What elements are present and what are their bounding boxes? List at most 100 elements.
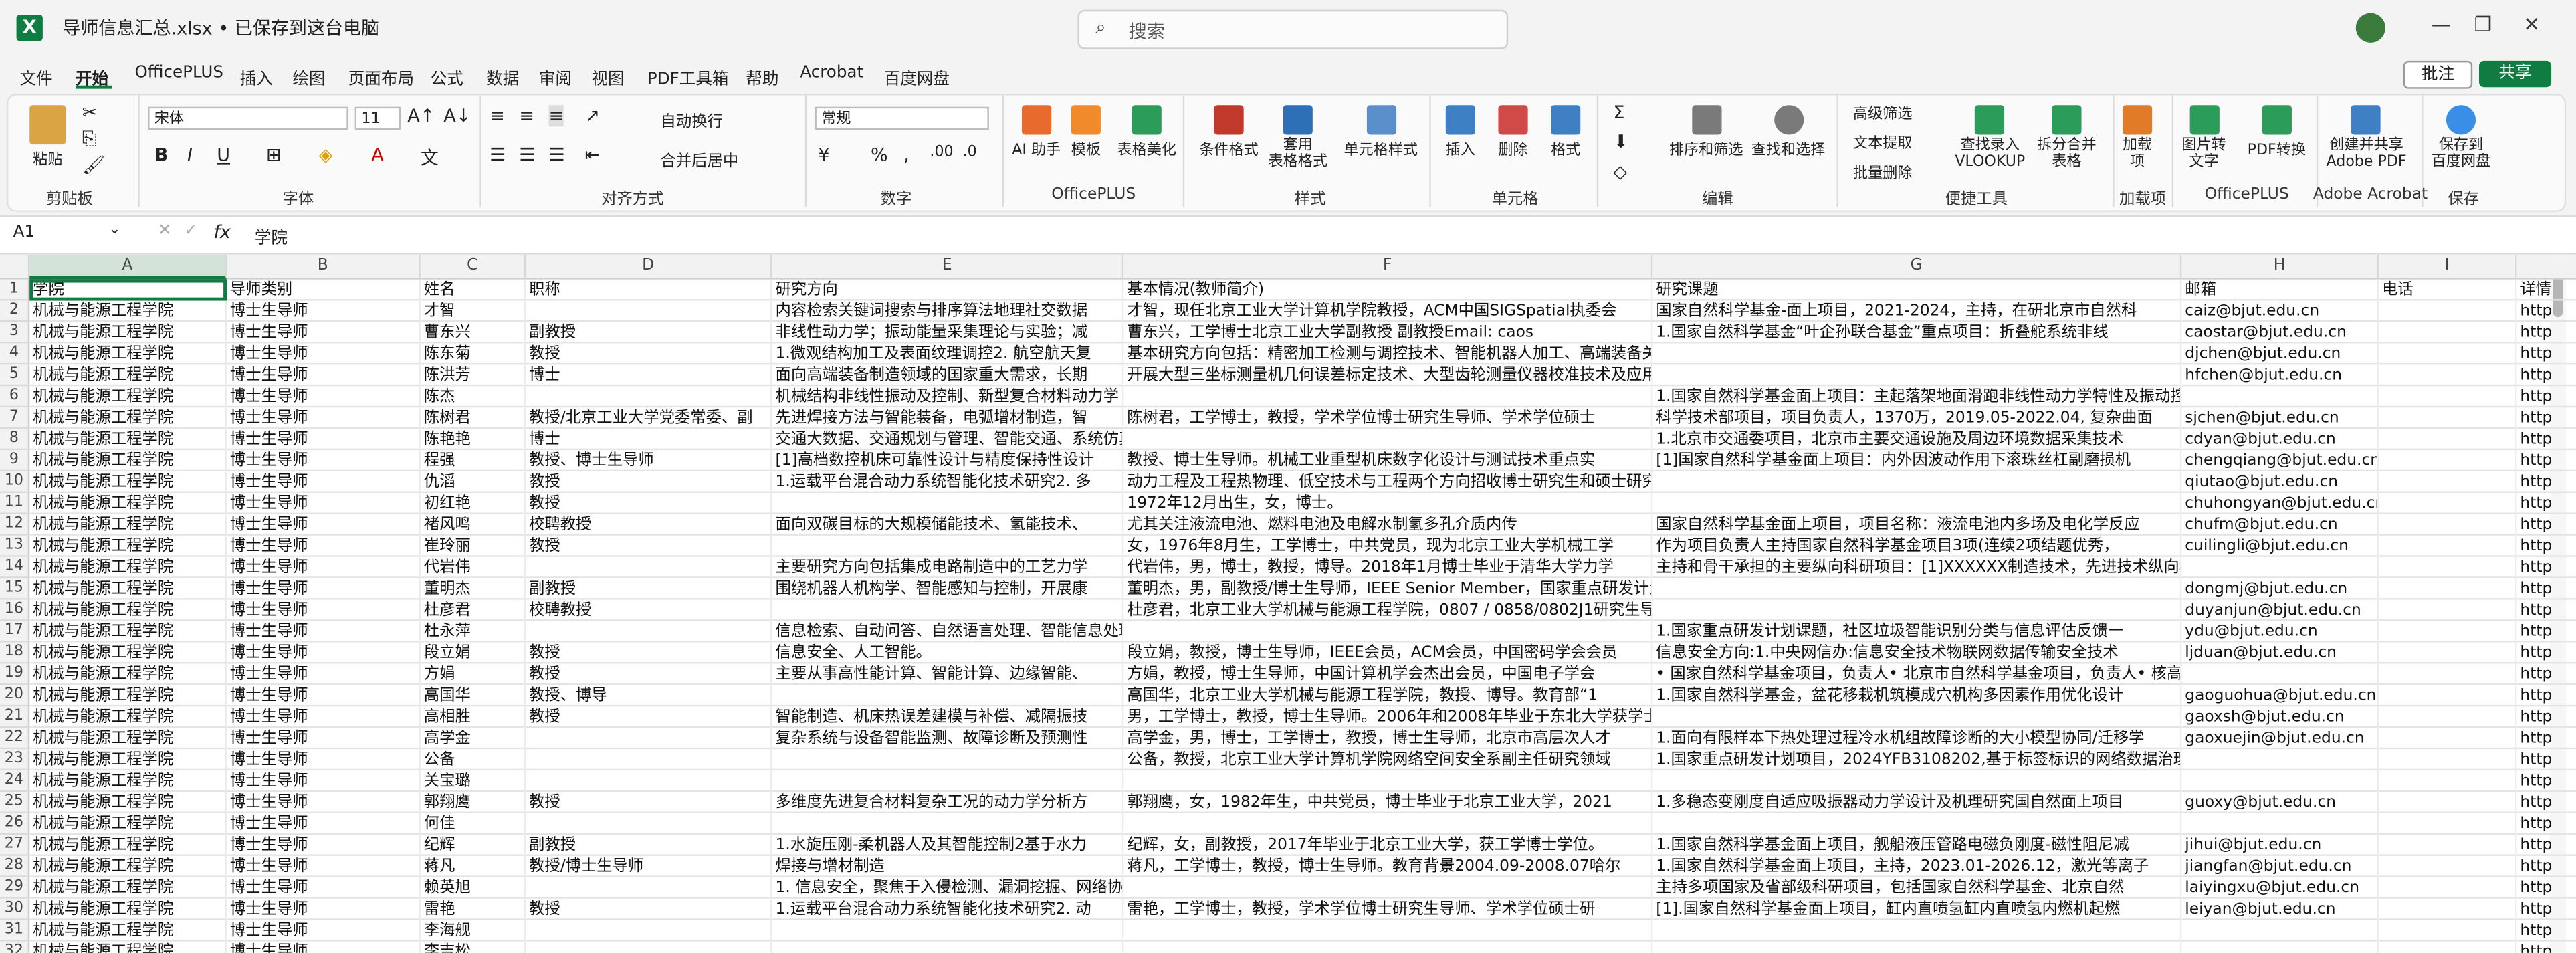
cell[interactable]: 机械与能源工程学院 [29,429,227,451]
cell[interactable]: http [2517,856,2576,877]
row-header[interactable]: 18 [0,642,30,664]
tab-view[interactable]: 视图 [591,64,624,89]
tab-page-layout[interactable]: 页面布局 [348,64,414,89]
cell[interactable]: 褚风鸣 [421,514,526,536]
tab-file[interactable]: 文件 [19,64,52,89]
save-to-baidu-button[interactable]: 保存到 百度网盘 [2432,105,2490,171]
cell[interactable]: 博士生导师 [227,813,421,835]
search-box[interactable]: ⌕ 搜索 [1077,9,1509,49]
cell[interactable]: 教授/北京工业大学党委常委、副 [526,407,772,429]
cell[interactable]: 机械与能源工程学院 [29,941,227,953]
column-header[interactable]: I [2379,254,2517,280]
row-header[interactable]: 20 [0,685,30,707]
tab-draw[interactable]: 绘图 [292,64,325,89]
cell[interactable] [2379,599,2517,621]
cell[interactable]: 先进焊接方法与智能装备，电弧增材制造，智 [772,407,1124,429]
orientation-icon[interactable]: ↗ [585,105,601,126]
advanced-filter-button[interactable]: 高级筛选 [1853,102,1912,124]
cell[interactable]: 机械与能源工程学院 [29,386,227,408]
cell[interactable]: 机械与能源工程学院 [29,599,227,621]
column-header[interactable]: H [2181,254,2379,280]
tab-formulas[interactable]: 公式 [431,64,463,89]
cell[interactable]: 蒋凡 [421,855,526,877]
cell[interactable] [526,728,772,750]
cell[interactable] [1652,706,2182,728]
row-header[interactable]: 2 [0,300,30,322]
cell[interactable] [2379,364,2517,387]
template-button[interactable]: 模板 [1071,105,1101,159]
cell[interactable]: jihui@bjut.edu.cn [2181,834,2379,856]
cell[interactable]: 面向双碳目标的大规模储能技术、氢能技术、 [772,514,1124,536]
cell[interactable] [2379,898,2517,920]
cell[interactable]: leiyan@bjut.edu.cn [2181,898,2379,920]
cell[interactable] [2379,749,2517,771]
batch-delete-button[interactable]: 批量删除 [1853,161,1912,183]
cell[interactable] [1652,813,2182,835]
table-beautify-button[interactable]: 表格美化 [1117,105,1176,159]
cell[interactable]: 机械与能源工程学院 [29,706,227,728]
cell[interactable]: 杜彦君，北京工业大学机械与能源工程学院，0807 / 0858/0802J1研究… [1123,599,1653,621]
align-center-icon[interactable]: ☰ [519,144,535,166]
cell[interactable]: http [2517,835,2576,856]
cell[interactable]: 机械与能源工程学院 [29,770,227,792]
cell[interactable]: 机械与能源工程学院 [29,514,227,536]
cell[interactable]: 陈东菊 [421,343,526,365]
cell[interactable]: 博士生导师 [227,834,421,856]
cell[interactable]: 机械与能源工程学院 [29,642,227,664]
cell[interactable]: [1]国家自然科学基金面上项目：内外因波动作用下滚珠丝杠副磨损机 [1652,450,2182,472]
cell[interactable] [772,920,1124,942]
cell[interactable] [526,556,772,578]
row-header[interactable]: 13 [0,535,30,557]
cell[interactable]: http [2517,386,2576,407]
cell[interactable] [772,813,1124,835]
cell[interactable] [2379,492,2517,514]
cell[interactable]: cuilingli@bjut.edu.cn [2181,535,2379,557]
cell[interactable]: http [2517,450,2576,471]
cell[interactable]: chuhongyan@bjut.edu.cn [2181,492,2379,514]
tab-help[interactable]: 帮助 [746,64,778,89]
cell[interactable]: 蒋凡，工学博士，教授，博士生导师。教育背景2004.09-2008.07哈尔 [1123,855,1653,877]
cell[interactable] [1652,343,2182,365]
cell[interactable]: 1.微观结构加工及表面纹理调控2. 航空航天复 [772,343,1124,365]
cell[interactable]: 教授、博士生导师。机械工业重型机床数字化设计与测试技术重点实 [1123,450,1653,472]
row-header[interactable]: 30 [0,898,30,920]
cell[interactable]: ljduan@bjut.edu.cn [2181,642,2379,664]
cell[interactable]: duyanjun@bjut.edu.cn [2181,599,2379,621]
cell[interactable]: 机械与能源工程学院 [29,556,227,578]
row-header[interactable]: 25 [0,792,30,814]
close-icon[interactable]: ✕ [2523,13,2540,36]
cell[interactable]: 纪辉 [421,834,526,856]
cell[interactable]: 教授 [526,535,772,557]
cell[interactable]: 董明杰，男，副教授/博士生导师，IEEE Senior Member，国家重点研… [1123,578,1653,600]
clear-icon[interactable]: ◇ [1613,161,1627,183]
cell[interactable]: 1.水旋压刚-柔机器人及其智能控制2基于水力 [772,834,1124,856]
cancel-icon[interactable]: ✕ [158,222,172,240]
cell[interactable]: 机械与能源工程学院 [29,920,227,942]
cell[interactable]: 1.运载平台混合动力系统智能化技术研究2. 多 [772,471,1124,493]
cell[interactable]: 教授 [526,343,772,365]
cell[interactable]: 才智，现任北京工业大学计算机学院教授，ACM中国SIGSpatial执委会 [1123,300,1653,322]
cell[interactable]: 机械与能源工程学院 [29,834,227,856]
cell[interactable]: 公备，教授，北京工业大学计算机学院网络空间安全系副主任研究领域 [1123,749,1653,771]
cell[interactable] [2181,770,2379,792]
cell[interactable] [2379,450,2517,472]
cell[interactable] [772,492,1124,514]
cell[interactable]: gaoxuejin@bjut.edu.cn [2181,728,2379,750]
cell[interactable]: 电话 [2379,279,2517,301]
cell[interactable]: 学院 [29,279,227,301]
cell[interactable]: 博士生导师 [227,300,421,322]
align-top-icon[interactable]: ≡ [490,105,505,126]
cell[interactable]: [1]高档数控机床可靠性设计与精度保持性设计 [772,450,1124,472]
cell[interactable] [2379,792,2517,814]
cell[interactable] [772,535,1124,557]
cell[interactable]: 段立娟，教授，博士生导师，IEEE会员，ACM会员，中国密码学会会员 [1123,642,1653,664]
name-box-chevron-icon[interactable]: ⌄ [108,222,121,239]
align-middle-icon[interactable]: ≡ [519,105,534,126]
bold-button[interactable]: B [154,144,169,166]
cell[interactable]: 详情 [2517,280,2576,301]
cell[interactable] [2181,386,2379,408]
cell[interactable]: 信息安全、人工智能。 [772,642,1124,664]
decrease-decimal-icon[interactable]: .0 [963,144,977,161]
cell[interactable]: 博士生导师 [227,407,421,429]
cell[interactable]: 机械与能源工程学院 [29,813,227,835]
